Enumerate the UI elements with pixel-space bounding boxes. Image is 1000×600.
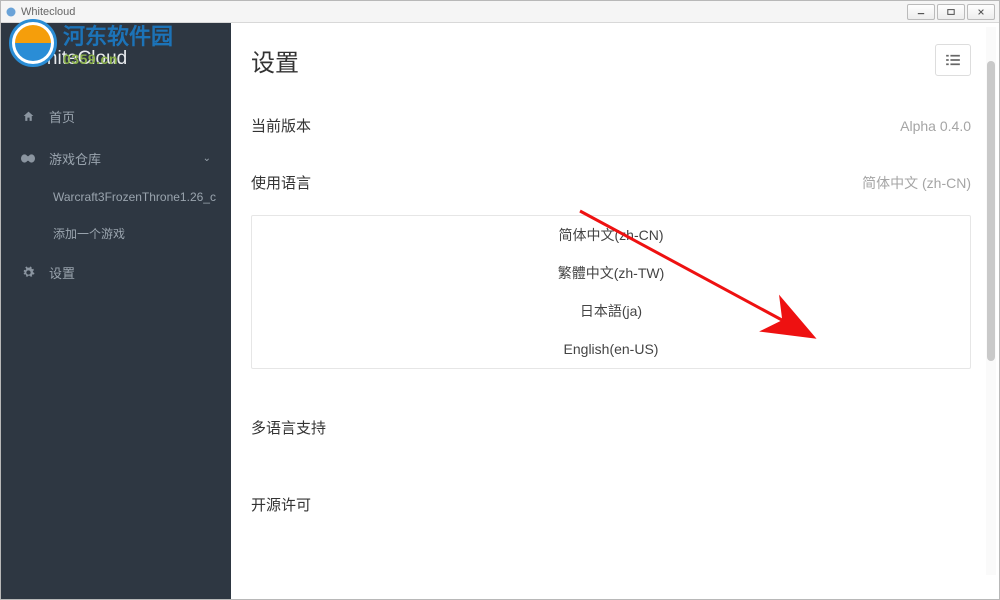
sidebar-item-label: 首页 xyxy=(49,107,75,126)
sidebar-item-label: 游戏仓库 xyxy=(49,149,101,168)
window-title: Whitecloud xyxy=(21,6,75,18)
sidebar-subitem-label: 添加一个游戏 xyxy=(53,225,125,242)
lang-option-zh-tw[interactable]: 繁體中文(zh-TW) xyxy=(252,254,970,292)
lang-option-en-us[interactable]: English(en-US) xyxy=(252,330,970,368)
list-icon xyxy=(946,54,960,66)
lang-option-zh-cn[interactable]: 简体中文(zh-CN) xyxy=(252,216,970,254)
main-panel: 设置 当前版本 Alpha 0.4.0 使用语言 简体中文 (zh-CN) xyxy=(231,23,999,599)
sidebar-item-library[interactable]: 游戏仓库 ⌄ xyxy=(1,137,231,179)
version-label: 当前版本 xyxy=(251,115,311,136)
version-value: Alpha 0.4.0 xyxy=(900,118,971,134)
sidebar-item-settings[interactable]: 设置 xyxy=(1,251,231,293)
sidebar-subitem-add[interactable]: 添加一个游戏 xyxy=(1,215,231,251)
chevron-down-icon: ⌄ xyxy=(203,153,211,164)
sidebar-subitem-game[interactable]: Warcraft3FrozenThrone1.26_c xyxy=(1,179,231,215)
language-label: 使用语言 xyxy=(251,172,311,193)
home-icon xyxy=(21,110,35,123)
multilang-section[interactable]: 多语言支持 xyxy=(251,399,971,456)
app-icon xyxy=(5,6,17,18)
scrollbar-thumb[interactable] xyxy=(987,61,995,361)
brand-title: WhiteCloud xyxy=(1,23,231,95)
close-button[interactable] xyxy=(967,4,995,20)
language-dropdown-list: 简体中文(zh-CN) 繁體中文(zh-TW) 日本語(ja) English(… xyxy=(251,215,971,369)
gear-icon xyxy=(21,266,35,279)
minimize-button[interactable] xyxy=(907,4,935,20)
sidebar-subitem-label: Warcraft3FrozenThrone1.26_c xyxy=(53,190,216,204)
version-row: 当前版本 Alpha 0.4.0 xyxy=(251,97,971,154)
maximize-button[interactable] xyxy=(937,4,965,20)
sidebar: WhiteCloud 首页 游戏仓库 ⌄ Warcraft3FrozenThro… xyxy=(1,23,231,599)
license-section[interactable]: 开源许可 xyxy=(251,476,971,533)
page-title: 设置 xyxy=(251,43,299,78)
window-titlebar: Whitecloud xyxy=(1,1,999,23)
gamepad-icon xyxy=(21,152,35,165)
lang-option-ja[interactable]: 日本語(ja) xyxy=(252,292,970,330)
header-menu-button[interactable] xyxy=(935,44,971,76)
sidebar-item-label: 设置 xyxy=(49,263,75,282)
sidebar-item-home[interactable]: 首页 xyxy=(1,95,231,137)
language-row[interactable]: 使用语言 简体中文 (zh-CN) xyxy=(251,154,971,211)
language-value: 简体中文 (zh-CN) xyxy=(862,173,971,193)
